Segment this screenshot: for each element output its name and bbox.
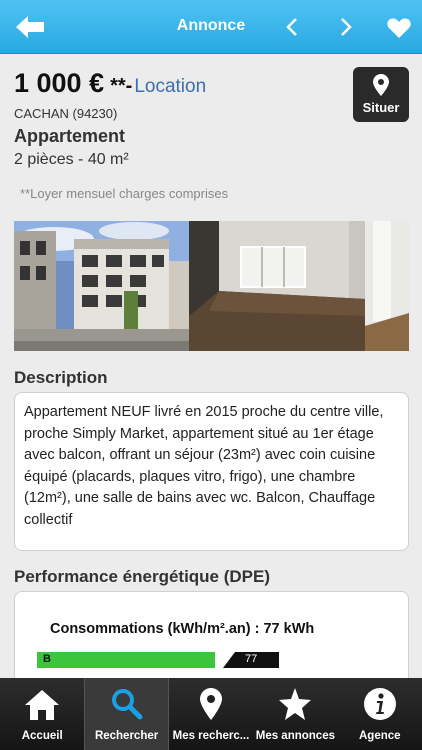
transaction-type: Location: [134, 76, 207, 97]
description-title: Description: [14, 368, 108, 387]
description-text: Appartement NEUF livré en 2015 proche du…: [24, 404, 384, 528]
bottom-tab-bar: Accueil Rechercher Mes recherc... Mes an…: [0, 678, 422, 750]
tab-label: Agence: [358, 730, 401, 742]
dpe-title: Performance énergétique (DPE): [14, 567, 271, 586]
tab-label: Mes annonces: [255, 730, 335, 742]
tab-agence[interactable]: Agence: [338, 678, 422, 750]
dpe-class-bar: B: [37, 652, 215, 668]
listing-content[interactable]: 1 000 € **- Location CACHAN (94230) Appa…: [0, 54, 422, 678]
price: 1 000 €: [14, 68, 105, 98]
favorite-button[interactable]: [382, 0, 416, 54]
locate-label: Situer: [362, 100, 400, 115]
heart-icon: [387, 17, 411, 38]
photo-gallery[interactable]: [14, 221, 409, 351]
photo-room[interactable]: [365, 221, 409, 351]
dpe-class-letter: B: [43, 653, 51, 665]
top-bar: Annonce: [0, 0, 422, 54]
building-photo-image: [14, 221, 189, 351]
star-icon: [279, 688, 312, 720]
chevron-right-icon: [341, 18, 352, 36]
tab-rechercher[interactable]: Rechercher: [84, 678, 169, 750]
price-note: **Loyer mensuel charges comprises: [20, 186, 229, 201]
previous-listing-button[interactable]: [278, 0, 306, 54]
chevron-left-icon: [286, 18, 297, 36]
price-suffix: **-: [110, 75, 133, 97]
room-photo-image: [365, 221, 409, 351]
map-pin-icon: [199, 688, 222, 720]
photo-building[interactable]: [14, 221, 189, 351]
dpe-value-marker: 77: [223, 652, 279, 668]
home-icon: [25, 690, 60, 720]
price-row: 1 000 € **- Location: [14, 68, 206, 99]
dpe-value: 77: [245, 653, 258, 665]
tab-accueil[interactable]: Accueil: [0, 678, 84, 750]
locate-button[interactable]: Situer: [353, 67, 409, 122]
next-listing-button[interactable]: [332, 0, 360, 54]
city: CACHAN (94230): [14, 106, 118, 121]
tab-label: Accueil: [21, 730, 63, 742]
rooms-area: 2 pièces - 40 m²: [14, 151, 129, 168]
dpe-consumption-label: Consommations (kWh/m².an) : 77 kWh: [50, 621, 315, 637]
photo-living-room[interactable]: [189, 221, 365, 351]
info-icon: [363, 688, 396, 720]
dpe-box: Consommations (kWh/m².an) : 77 kWh B 77: [14, 591, 409, 678]
property-type: Appartement: [14, 126, 126, 146]
tab-label: Mes recherc...: [172, 730, 250, 742]
tab-mes-annonces[interactable]: Mes annonces: [253, 678, 337, 750]
tab-mes-recherches[interactable]: Mes recherc...: [169, 678, 253, 750]
tab-label: Rechercher: [94, 730, 159, 742]
search-icon: [111, 689, 143, 720]
living-room-photo-image: [189, 221, 365, 351]
map-pin-icon: [373, 74, 389, 96]
description-box: Appartement NEUF livré en 2015 proche du…: [14, 392, 409, 551]
